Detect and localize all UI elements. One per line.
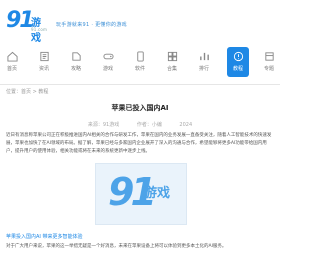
site-header: 91 游戏 91.com 玩手游就来91 · 更懂你的游戏 <box>0 0 280 44</box>
nav-item-software[interactable]: 软件 <box>129 47 151 77</box>
image-logo-name: 游戏 <box>144 186 171 201</box>
nav-label: 软件 <box>134 66 145 72</box>
site-slogan: 玩手游就来91 · 更懂你的游戏 <box>56 22 127 28</box>
nav-item-news[interactable]: 资讯 <box>33 47 55 77</box>
nav-item-games[interactable]: 游戏 <box>97 47 119 77</box>
home-icon <box>6 51 18 62</box>
article-subheading[interactable]: 苹果投入国内AI 带来更多智能体验 <box>6 233 83 240</box>
nav-item-home[interactable]: 首页 <box>1 47 23 77</box>
main-nav: 首页 资讯 攻略 游戏 软件 合集 排行 教程 专题 <box>0 47 280 79</box>
article-time: 2024 <box>179 122 193 128</box>
nav-label: 资讯 <box>38 66 49 72</box>
nav-label: 教程 <box>232 66 243 72</box>
gamepad-icon <box>102 53 114 60</box>
news-icon <box>39 51 49 62</box>
article-meta: 来源：91游戏 作者：小编 2024 <box>0 121 280 128</box>
nav-item-collection[interactable]: 合集 <box>161 47 183 77</box>
logo-sub: 91.com <box>31 27 48 32</box>
nav-label: 攻略 <box>70 66 81 72</box>
site-logo[interactable]: 91 游戏 91.com <box>6 8 50 44</box>
article-title: 苹果已投入国内AI <box>111 104 169 112</box>
topic-icon <box>264 52 274 61</box>
nav-label: 游戏 <box>102 66 113 72</box>
rank-icon <box>199 52 209 61</box>
app-icon <box>136 51 144 62</box>
article-source: 来源：91游戏 <box>87 122 120 128</box>
article-paragraph-2: 对于广大用户来说，苹果的这一举措无疑是一个好消息，未来在苹果设备上将可以体验到更… <box>6 244 227 249</box>
article-image: 91 游戏 <box>95 163 187 225</box>
nav-label: 专题 <box>263 66 274 72</box>
article-paragraph: 近日有消息称苹果公司正在积极推进国内AI相关的合作与研发工作，苹果在国内的业务发… <box>6 133 272 154</box>
nav-label: 首页 <box>6 66 17 72</box>
nav-item-rank[interactable]: 排行 <box>193 47 215 77</box>
collection-icon <box>167 51 177 62</box>
tutorial-icon <box>233 51 243 62</box>
article-author: 作者：小编 <box>136 122 162 128</box>
nav-item-topic[interactable]: 专题 <box>258 47 280 77</box>
nav-item-tutorial[interactable]: 教程 <box>227 47 249 77</box>
nav-label: 排行 <box>198 66 209 72</box>
guide-icon <box>71 52 81 61</box>
nav-item-guide[interactable]: 攻略 <box>65 47 87 77</box>
logo-number: 91 <box>6 8 35 33</box>
breadcrumb[interactable]: 位置：首页 > 教程 <box>6 88 48 95</box>
nav-label: 合集 <box>166 66 177 72</box>
header-divider <box>0 84 280 85</box>
